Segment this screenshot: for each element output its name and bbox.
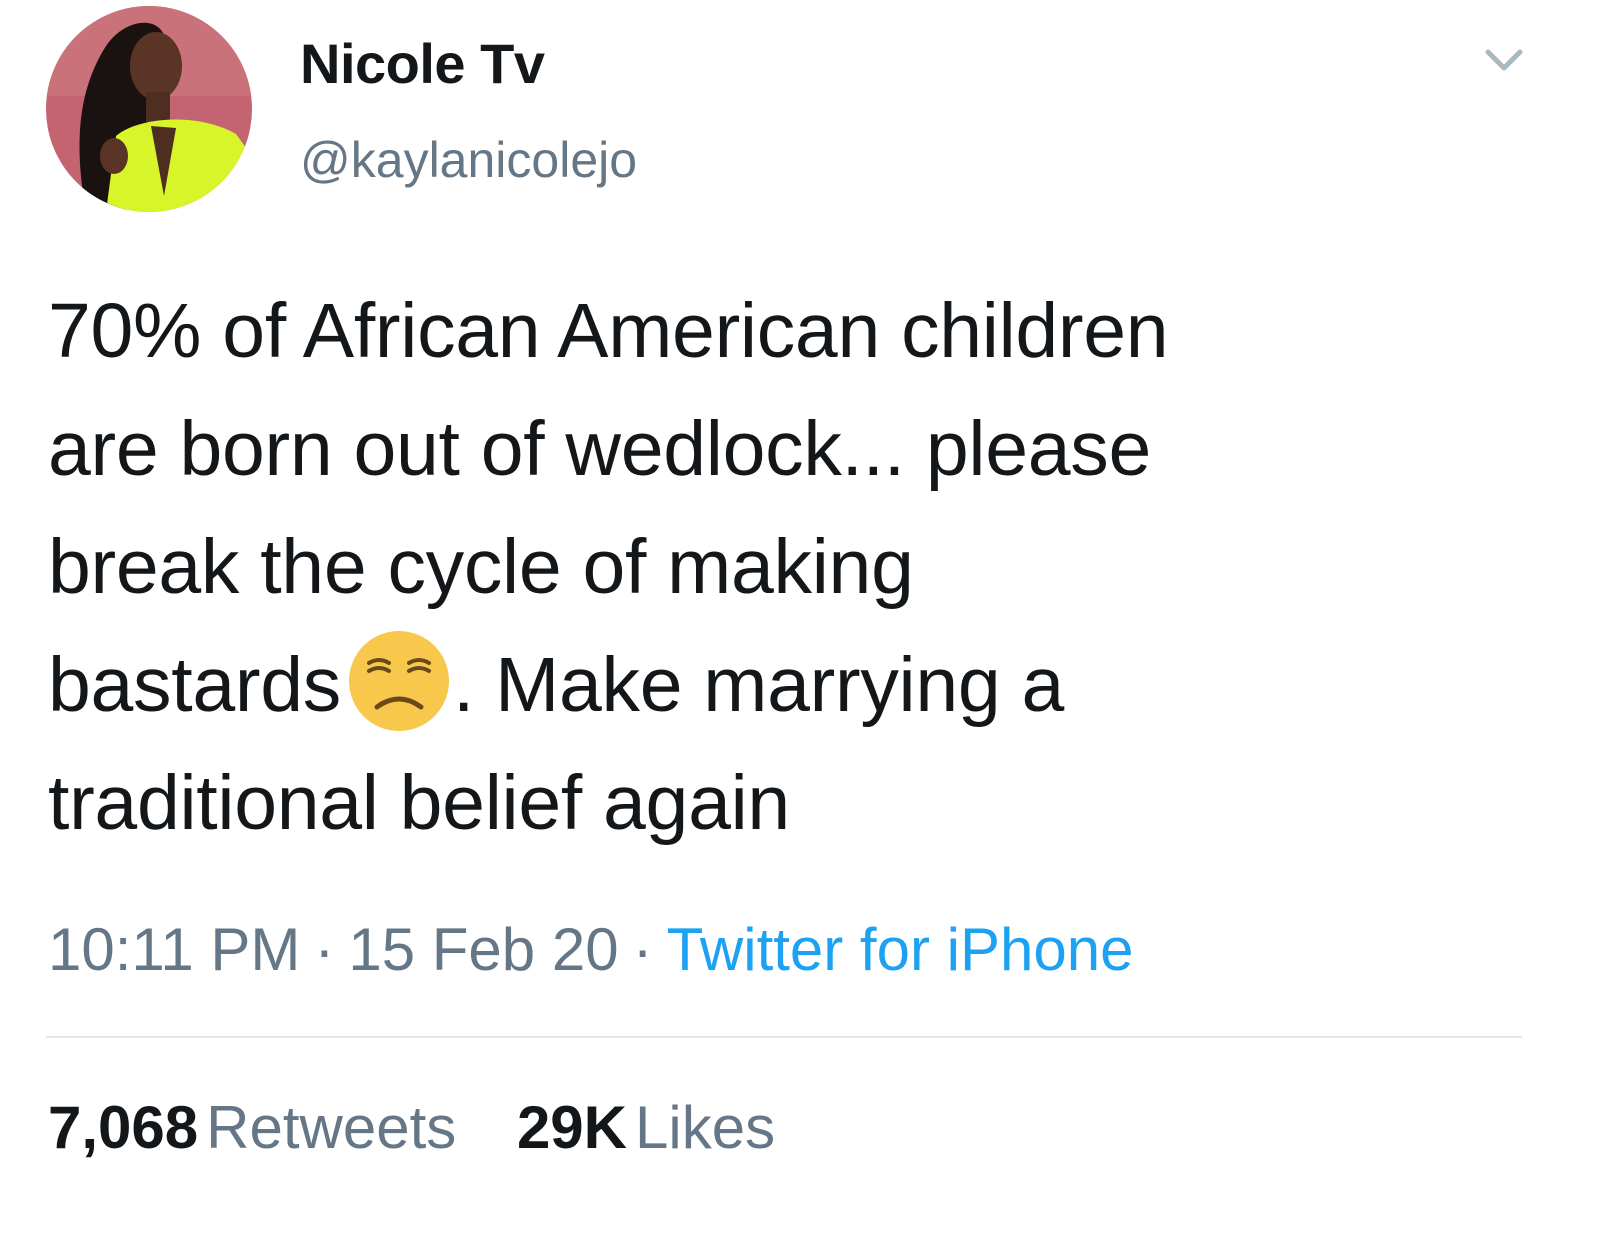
tweet-meta: 10:11 PM · 15 Feb 20 · Twitter for iPhone [48,910,1133,990]
user-handle[interactable]: @kaylanicolejo [300,130,637,190]
unamused-face-emoji-icon [347,629,451,733]
tweet-line: break the cycle of making [48,524,914,610]
meta-separator: · [314,916,335,983]
profile-photo-avatar [46,6,252,212]
tweet-text: 70% of African American children are bor… [48,272,1548,862]
display-name[interactable]: Nicole Tv [300,32,545,96]
retweets-label: Retweets [206,1094,457,1161]
likes-label: Likes [635,1094,776,1161]
tweet-line: traditional belief again [48,760,790,846]
avatar[interactable] [46,6,252,212]
likes-count: 29K [516,1094,628,1161]
meta-separator: · [632,916,653,983]
tweet-line-segment: . Make marrying a [452,642,1065,728]
likes-stat[interactable]: 29K Likes [517,1088,775,1168]
retweets-stat[interactable]: 7,068 Retweets [48,1088,456,1168]
tweet-date[interactable]: 15 Feb 20 [348,916,618,983]
tweet-time[interactable]: 10:11 PM [48,916,300,983]
tweet-line: are born out of wedlock... please [48,406,1151,492]
tweet-line: 70% of African American children [48,288,1169,374]
tweet-stats: 7,068 Retweets 29K Likes [48,1088,819,1168]
chevron-down-icon[interactable] [1478,40,1530,80]
tweet-line: bastards . Make marrying a [48,626,1548,744]
divider [46,1036,1522,1038]
retweets-count: 7,068 [48,1094,199,1161]
tweet-source-link[interactable]: Twitter for iPhone [667,916,1134,983]
tweet-line-segment: bastards [48,642,341,728]
